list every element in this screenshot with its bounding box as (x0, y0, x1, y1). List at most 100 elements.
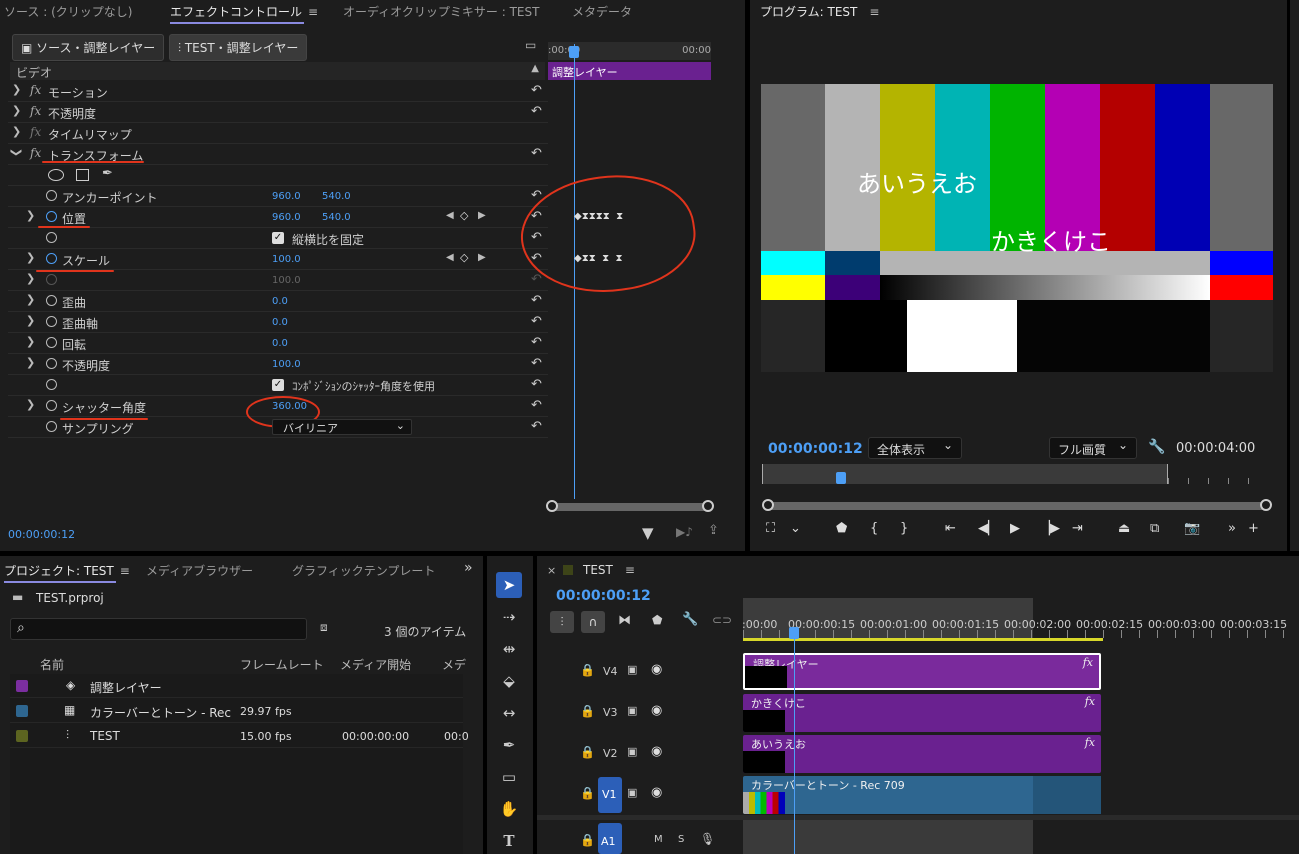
reset-icon[interactable]: ↶ (531, 146, 542, 161)
microphone-icon[interactable]: 🎙 (700, 832, 715, 846)
snap-button[interactable]: ∩ (581, 611, 605, 633)
expand-chevron-icon[interactable]: ❯ (26, 356, 35, 369)
wrench-icon[interactable]: 🔧 (1148, 439, 1165, 455)
export-icon[interactable]: ⇪ (708, 523, 719, 538)
track-label[interactable]: V2 (603, 747, 618, 760)
button-editor-plus-icon[interactable]: + (1248, 521, 1259, 536)
rectangle-mask-icon[interactable] (76, 169, 89, 181)
sync-lock-icon[interactable]: ▣ (627, 663, 637, 676)
program-playhead[interactable] (836, 472, 846, 484)
nest-toggle-button[interactable]: ⫶ (550, 611, 574, 633)
row-opacity[interactable]: ❯ fx 不透明度 ↶ (8, 102, 548, 123)
fx-icon[interactable]: fx (30, 83, 41, 97)
row-position[interactable]: ❯ 位置 960.0 540.0 ◀ ◇ ▶ ↶ (8, 207, 548, 228)
zoom-handle-left[interactable] (546, 500, 558, 512)
extract-icon[interactable]: ⧉ (1150, 521, 1159, 536)
prev-keyframe-icon[interactable]: ◀ (446, 210, 454, 221)
wrench-icon[interactable]: 🔧 (682, 612, 698, 627)
stopwatch-icon[interactable] (46, 232, 57, 243)
sync-lock-icon[interactable]: ▣ (627, 704, 637, 717)
reset-icon[interactable]: ↶ (531, 104, 542, 119)
row-sampling[interactable]: サンプリング バイリニア ⌄ ↶ (8, 417, 548, 438)
fx-icon[interactable]: fx (30, 104, 41, 118)
next-keyframe-icon[interactable]: ▶ (478, 210, 486, 221)
program-zoom-bar[interactable] (762, 499, 1272, 511)
linked-selection-icon[interactable]: ⧓ (618, 613, 631, 628)
ellipse-mask-icon[interactable] (48, 169, 64, 181)
filter-icon[interactable]: ▼ (642, 524, 654, 542)
stopwatch-active-icon[interactable] (46, 211, 57, 222)
play-audio-icon[interactable]: ▶♪ (676, 525, 693, 539)
add-marker-icon[interactable]: ⬟ (652, 613, 662, 627)
skew-value[interactable]: 0.0 (272, 296, 288, 307)
stopwatch-icon[interactable] (46, 379, 57, 390)
project-search-input[interactable]: ⌕ (10, 618, 307, 640)
source-clip-button[interactable]: ▣ ソース・調整レイヤー (12, 34, 165, 61)
expand-chevron-icon[interactable]: ❯ (26, 314, 35, 327)
timeline-title[interactable]: TEST ≡ (583, 563, 635, 577)
reset-icon[interactable]: ↶ (531, 356, 542, 371)
opacity-transform-value[interactable]: 100.0 (272, 359, 301, 370)
more-tabs-icon[interactable]: » (464, 560, 473, 576)
stopwatch-icon[interactable] (46, 337, 57, 348)
program-monitor-title[interactable]: プログラム: TEST ≡ (760, 3, 879, 20)
mute-button[interactable]: M (654, 834, 663, 845)
effect-controls-timecode[interactable]: 00:00:00:12 (8, 528, 75, 541)
add-marker-icon[interactable]: ⬟ (836, 521, 847, 536)
anchor-y-value[interactable]: 540.0 (322, 191, 351, 202)
expand-chevron-icon[interactable]: ❯ (12, 125, 21, 138)
fx-badge-icon[interactable]: fx (1083, 656, 1093, 669)
timeline-playhead-line[interactable] (794, 638, 795, 854)
stopwatch-icon[interactable] (46, 295, 57, 306)
source-patch-v1[interactable]: V1 (598, 777, 622, 813)
quality-dropdown[interactable]: フル画質 ⌄ (1049, 437, 1137, 459)
mark-out-icon[interactable]: } (900, 521, 908, 536)
timeline-timecode[interactable]: 00:00:00:12 (556, 588, 651, 604)
lock-icon[interactable]: 🔒 (580, 833, 595, 847)
zoom-handle-left[interactable] (762, 499, 774, 511)
track-select-tool-icon[interactable]: ⇢ (496, 604, 522, 630)
tab-source[interactable]: ソース : (クリップなし) (4, 3, 132, 20)
expand-chevron-icon[interactable]: ❯ (26, 335, 35, 348)
chevron-down-icon[interactable]: ⌄ (790, 521, 801, 536)
tab-project[interactable]: プロジェクト: TEST ≡ (4, 562, 130, 583)
stopwatch-icon[interactable] (46, 190, 57, 201)
add-keyframe-icon[interactable]: ◇ (460, 209, 468, 222)
sync-lock-icon[interactable]: ▣ (627, 745, 637, 758)
clip-graphic-text[interactable]: あいうえお fx (743, 735, 1101, 773)
comp-shutter-checkbox[interactable]: ✓ (272, 379, 284, 391)
rotation-value[interactable]: 0.0 (272, 338, 288, 349)
lock-icon[interactable]: 🔒 (580, 745, 595, 759)
reset-icon[interactable]: ↶ (531, 335, 542, 350)
row-opacity-transform[interactable]: ❯ 不透明度 100.0 ↶ (8, 354, 548, 375)
more-controls-icon[interactable]: » (1228, 521, 1236, 536)
expand-chevron-icon[interactable]: ❯ (26, 293, 35, 306)
eye-icon[interactable]: ◉ (651, 785, 662, 800)
eye-icon[interactable]: ◉ (651, 662, 662, 677)
expand-chevron-icon[interactable]: ❯ (26, 272, 35, 285)
anchor-x-value[interactable]: 960.0 (272, 191, 301, 202)
reset-icon[interactable]: ↶ (531, 83, 542, 98)
fx-badge-icon[interactable]: fx (1085, 695, 1095, 708)
mark-in-icon[interactable]: { (870, 521, 878, 536)
expand-chevron-icon[interactable]: ❯ (26, 398, 35, 411)
solo-button[interactable]: S (678, 834, 684, 845)
row-scale[interactable]: ❯ スケール 100.0 ◀ ◇ ▶ ↶ (8, 249, 548, 270)
position-x-value[interactable]: 960.0 (272, 212, 301, 223)
program-video-frame[interactable]: あいうえお かきくけこ (761, 84, 1273, 372)
captions-icon[interactable]: ⊂⊃ (712, 613, 732, 627)
clip-graphic-text[interactable]: かきくけこ fx (743, 694, 1101, 732)
collapse-up-icon[interactable]: ▲ (531, 63, 539, 74)
uniform-scale-checkbox[interactable]: ✓ (272, 232, 284, 244)
track-label[interactable]: V4 (603, 665, 618, 678)
program-playhead-timecode[interactable]: 00:00:00:12 (768, 441, 863, 457)
expand-chevron-icon[interactable]: ❯ (26, 209, 35, 222)
step-back-icon[interactable]: ◀▏ (978, 521, 998, 536)
safe-margins-icon[interactable]: ⛶ (766, 521, 775, 536)
sync-lock-icon[interactable]: ▣ (627, 786, 637, 799)
row-time-remap[interactable]: ❯ fx タイムリマップ (8, 123, 548, 144)
lock-icon[interactable]: 🔒 (580, 786, 595, 800)
track-label[interactable]: V3 (603, 706, 618, 719)
panel-menu-icon[interactable]: ≡ (869, 5, 879, 19)
tab-audio-mixer[interactable]: オーディオクリップミキサー : TEST (343, 3, 539, 20)
